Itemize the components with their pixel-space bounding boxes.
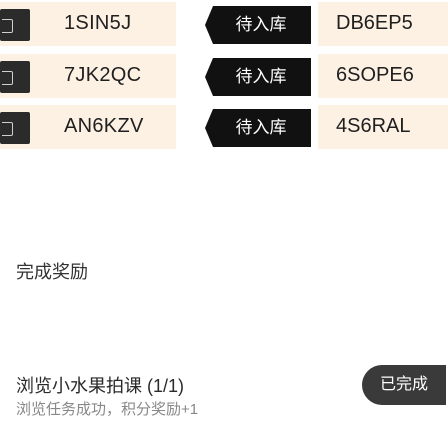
status-tag: 待入库	[205, 6, 311, 44]
code-left: AN6KZV	[64, 115, 144, 137]
task-subtitle: 浏览任务成功，积分奖励+1	[16, 401, 199, 418]
avatar	[0, 61, 30, 93]
list-row: 1SIN5J 待入库 DB6EP5	[0, 2, 448, 46]
avatar	[0, 112, 30, 144]
avatar	[0, 9, 30, 41]
status-tag: 待入库	[205, 58, 311, 96]
avatar-icon	[2, 19, 13, 33]
code-right: DB6EP5	[336, 12, 413, 34]
list-row: 7JK2QC 待入库 6SOPE6	[0, 54, 448, 98]
list-row: AN6KZV 待入库 4S6RAL	[0, 105, 448, 149]
section-title: 完成奖励	[16, 262, 88, 282]
avatar-icon	[2, 71, 13, 85]
code-left: 7JK2QC	[64, 64, 142, 86]
task-title: 浏览小水果拍课 (1/1)	[16, 376, 185, 396]
avatar-icon	[2, 122, 13, 136]
status-tag: 待入库	[205, 109, 311, 147]
code-right: 6SOPE6	[336, 64, 414, 86]
code-left: 1SIN5J	[64, 12, 132, 34]
code-right: 4S6RAL	[336, 115, 411, 137]
done-button[interactable]: 已完成	[362, 365, 446, 405]
